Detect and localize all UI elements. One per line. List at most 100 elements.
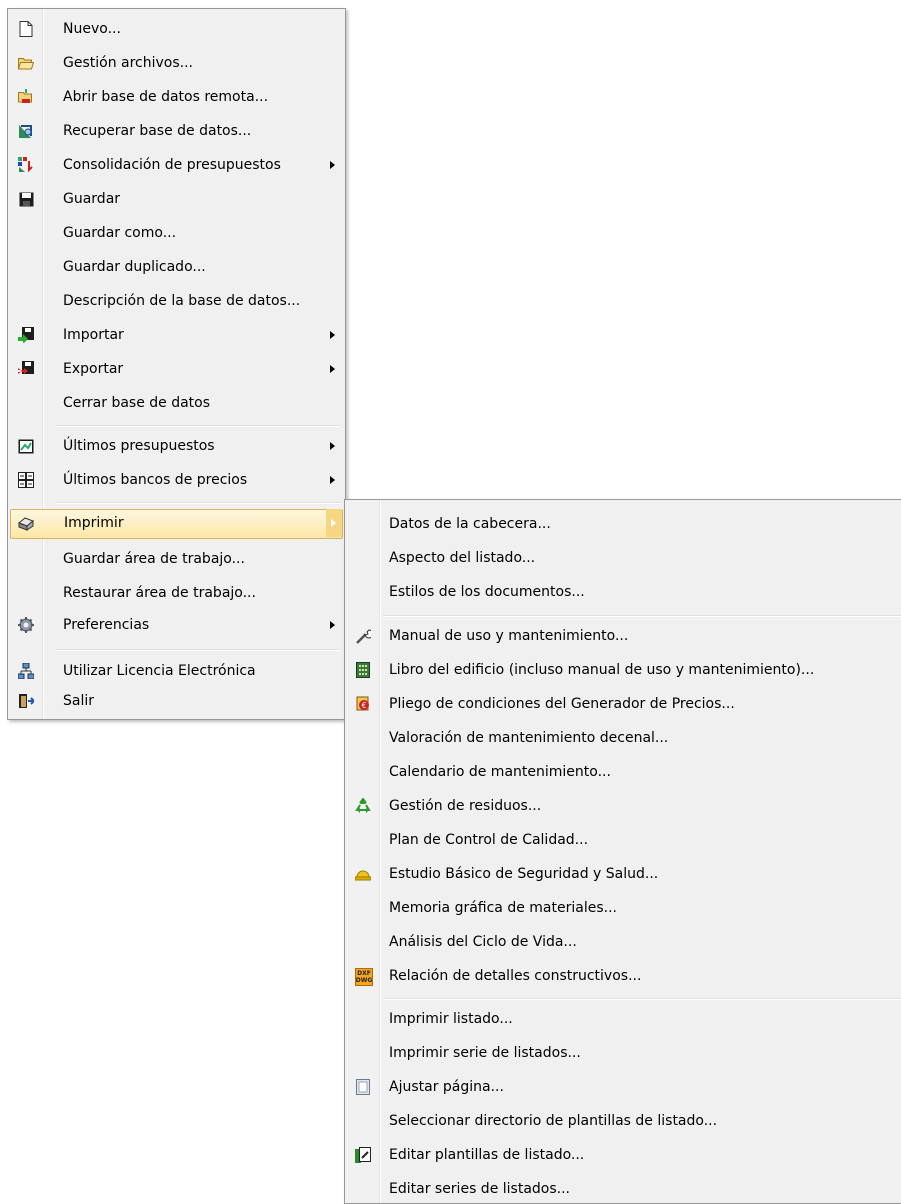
menu-item-guardar-como[interactable]: Guardar como... [10,218,343,248]
menu-item-label: Libro del edificio (incluso manual de us… [389,662,815,678]
page-setup-icon [355,1079,371,1095]
menu-item-label: Gestión archivos... [63,55,194,71]
menu-item-label: Calendario de mantenimiento... [389,764,611,780]
submenu-item-detalles-constructivos[interactable]: DXF DWG Relación de detalles constructiv… [347,961,901,991]
menu-item-label: Guardar como... [63,225,177,241]
menu-item-label: Guardar área de trabajo... [63,551,245,567]
menu-separator [56,502,341,504]
submenu-item-control-calidad[interactable]: Plan de Control de Calidad... [347,825,901,855]
menu-item-guardar[interactable]: Guardar [10,184,343,214]
gear-icon [18,617,34,633]
submenu-item-ciclo-vida[interactable]: Análisis del Ciclo de Vida... [347,927,901,957]
menu-item-label: Estilos de los documentos... [389,584,585,600]
menu-item-importar[interactable]: Importar [10,320,343,350]
menu-item-label: Descripción de la base de datos... [63,293,301,309]
menu-item-descripcion[interactable]: Descripción de la base de datos... [10,286,343,316]
menu-item-ultimos-presupuestos[interactable]: Últimos presupuestos [10,431,343,461]
submenu-arrow-icon [330,621,335,629]
building-icon [355,662,371,678]
save-disk-icon [18,191,34,207]
dxf-label: DXF [357,970,371,977]
menu-item-exportar[interactable]: Exportar [10,354,343,384]
dwg-label: DWG [355,977,373,984]
menu-item-gestion-archivos[interactable]: Gestión archivos... [10,48,343,78]
submenu-item-datos-cabecera[interactable]: Datos de la cabecera... [347,509,901,539]
menu-item-ultimos-bancos[interactable]: Últimos bancos de precios [10,465,343,495]
menu-item-imprimir[interactable]: Imprimir [10,509,343,539]
import-icon [18,327,34,343]
submenu-item-aspecto-listado[interactable]: Aspecto del listado... [347,543,901,573]
menu-item-label: Datos de la cabecera... [389,516,551,532]
menu-item-label: Relación de detalles constructivos... [389,968,642,984]
menu-item-label: Manual de uso y mantenimiento... [389,628,629,644]
menu-item-restaurar-area[interactable]: Restaurar área de trabajo... [10,578,343,608]
submenu-item-seleccionar-directorio[interactable]: Seleccionar directorio de plantillas de … [347,1106,901,1136]
submenu-item-editar-series[interactable]: Editar series de listados... [347,1174,901,1204]
submenu-item-valoracion[interactable]: Valoración de mantenimiento decenal... [347,723,901,753]
submenu-arrow-icon [330,442,335,450]
menu-item-label: Pliego de condiciones del Generador de P… [389,696,735,712]
menu-item-nuevo[interactable]: Nuevo... [10,14,343,44]
remote-database-icon [18,89,34,105]
submenu-item-estilos-documentos[interactable]: Estilos de los documentos... [347,577,901,607]
menu-separator [56,425,341,427]
submenu-item-calendario[interactable]: Calendario de mantenimiento... [347,757,901,787]
printer-icon [18,515,34,531]
submenu-item-memoria-grafica[interactable]: Memoria gráfica de materiales... [347,893,901,923]
menu-item-label: Gestión de residuos... [389,798,542,814]
menu-item-label: Utilizar Licencia Electrónica [63,663,256,679]
hard-hat-icon [355,866,371,882]
menu-item-label: Editar plantillas de listado... [389,1147,585,1163]
submenu-item-manual-uso[interactable]: Manual de uso y mantenimiento... [347,621,901,651]
submenu-item-ajustar-pagina[interactable]: Ajustar página... [347,1072,901,1102]
menu-item-label: Ajustar página... [389,1079,504,1095]
print-submenu: Datos de la cabecera... Aspecto del list… [344,499,901,1204]
submenu-item-pliego-condiciones[interactable]: € Pliego de condiciones del Generador de… [347,689,901,719]
menu-item-label: Valoración de mantenimiento decenal... [389,730,669,746]
network-license-icon [18,663,34,679]
menu-item-abrir-remota[interactable]: Abrir base de datos remota... [10,82,343,112]
recover-database-icon [18,123,34,139]
menu-item-consolidacion[interactable]: Consolidación de presupuestos [10,150,343,180]
menu-item-guardar-area[interactable]: Guardar área de trabajo... [10,544,343,574]
submenu-arrow-icon [330,331,335,339]
menu-item-label: Salir [63,693,95,709]
menu-item-salir[interactable]: Salir [10,686,343,716]
menu-item-label: Imprimir listado... [389,1011,513,1027]
menu-item-label: Importar [63,327,124,343]
menu-item-label: Recuperar base de datos... [63,123,252,139]
submenu-arrow-icon [330,476,335,484]
submenu-arrow-icon [330,161,335,169]
new-document-icon [18,21,34,37]
submenu-item-seguridad-salud[interactable]: Estudio Básico de Seguridad y Salud... [347,859,901,889]
menu-item-recuperar[interactable]: Recuperar base de datos... [10,116,343,146]
menu-item-licencia[interactable]: Utilizar Licencia Electrónica [10,656,343,686]
submenu-arrow-icon [330,365,335,373]
open-folder-icon [18,55,34,71]
menu-item-label: Cerrar base de datos [63,395,211,411]
menu-item-label: Nuevo... [63,21,121,37]
exit-door-icon [18,693,34,709]
menu-item-label: Exportar [63,361,124,377]
submenu-item-editar-plantillas[interactable]: Editar plantillas de listado... [347,1140,901,1170]
submenu-item-imprimir-serie[interactable]: Imprimir serie de listados... [347,1038,901,1068]
menu-item-label: Guardar duplicado... [63,259,206,275]
submenu-arrow-icon [326,509,342,537]
menu-item-label: Últimos presupuestos [63,438,215,454]
consolidation-icon [18,157,34,173]
menu-item-label: Preferencias [63,617,150,633]
menu-item-label: Estudio Básico de Seguridad y Salud... [389,866,659,882]
submenu-item-residuos[interactable]: Gestión de residuos... [347,791,901,821]
menu-item-label: Aspecto del listado... [389,550,536,566]
recent-price-banks-icon [18,472,34,488]
menu-item-guardar-duplicado[interactable]: Guardar duplicado... [10,252,343,282]
menu-item-preferencias[interactable]: Preferencias [10,610,343,640]
file-menu: Nuevo... Gestión archivos... Abrir base … [7,8,346,720]
edit-template-icon [355,1147,371,1163]
submenu-item-libro-edificio[interactable]: Libro del edificio (incluso manual de us… [347,655,901,685]
menu-item-label: Imprimir serie de listados... [389,1045,581,1061]
menu-item-label: Memoria gráfica de materiales... [389,900,617,916]
submenu-item-imprimir-listado[interactable]: Imprimir listado... [347,1004,901,1034]
menu-item-cerrar[interactable]: Cerrar base de datos [10,388,343,418]
menu-item-label: Imprimir [64,515,124,531]
